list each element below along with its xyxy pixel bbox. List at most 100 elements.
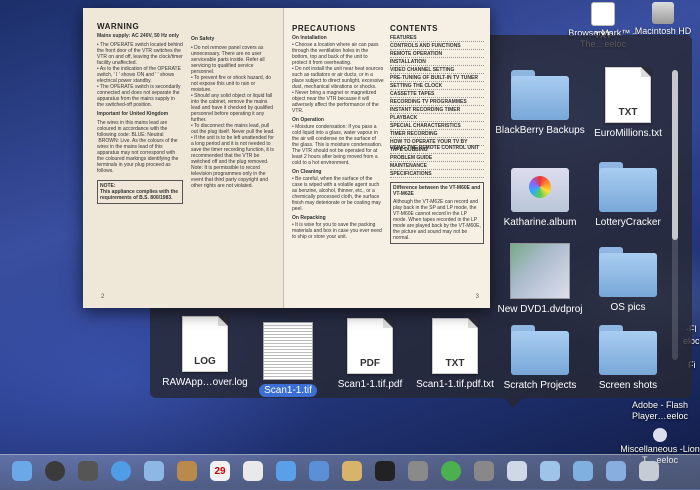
warning-body: • The OPERATE switch located behind the … xyxy=(97,42,183,108)
desktop-icon-label: Adobe - Flash Player…eeloc xyxy=(631,400,689,421)
stack-item-label: New DVD1.dvdproj xyxy=(497,304,583,315)
stack-item-label: Scratch Projects xyxy=(503,380,577,391)
stack-item-label: Scan1-1.tif xyxy=(259,384,317,397)
precautions-title: PRECAUTIONS xyxy=(292,24,356,33)
contents-entry: SPECIFICATIONS xyxy=(390,171,484,178)
contents-entry: SETTING THE CLOCK xyxy=(390,83,484,90)
contents-entry: INSTALLATION xyxy=(390,59,484,66)
dock: 29 xyxy=(0,454,700,490)
stack-item-label: Katharine.album xyxy=(503,217,577,228)
contents-entry: VIDEO CHANNEL SETTING xyxy=(390,67,484,74)
trash-icon[interactable] xyxy=(639,461,659,481)
contents-entry: SPECIAL CHARACTERISTICS xyxy=(390,123,484,130)
dashboard-icon[interactable] xyxy=(45,461,65,481)
contents-entry: TIMER RECORDING xyxy=(390,131,484,138)
manual-page-right: PRECAUTIONS On Installation • Choose a l… xyxy=(283,8,490,308)
iphoto-icon[interactable] xyxy=(309,461,329,481)
uk-title: Important for United Kingdom xyxy=(97,111,169,117)
stack-item-new-dvd1[interactable]: New DVD1.dvdproj xyxy=(490,243,590,321)
document-icon xyxy=(591,2,615,26)
stack-item-euromillions[interactable]: TXT EuroMillions.txt xyxy=(578,67,678,145)
contents-entry: PROBLEM GUIDE xyxy=(390,155,484,162)
safety-title: On Safety xyxy=(191,36,215,42)
uk-body: The wires in this mains lead are coloure… xyxy=(97,120,179,174)
difference-body: Although the VT-M62E can record and play… xyxy=(393,199,481,241)
installation-body: • Choose a location where air can pass t… xyxy=(292,42,384,114)
note-text: This appliance complies with the require… xyxy=(100,189,179,201)
document-icon xyxy=(653,428,667,442)
stack-item-label: BlackBerry Backups xyxy=(495,125,585,136)
stack-item-blackberry-backups[interactable]: BlackBerry Backups xyxy=(490,70,590,142)
stack-item-os-pics[interactable]: OS pics xyxy=(578,247,678,319)
page-number: 3 xyxy=(475,294,479,300)
difference-title: Difference between the VT-M60E and VT-M6… xyxy=(393,185,481,197)
desktop-icon-adobe-flash[interactable]: Adobe - Flash Player…eeloc xyxy=(620,400,700,422)
log-file-icon: LOG xyxy=(182,316,228,372)
folder-icon xyxy=(511,70,569,120)
warning-title: WARNING xyxy=(97,22,140,31)
stack-item-label: OS pics xyxy=(610,302,646,313)
garageband-icon[interactable] xyxy=(342,461,362,481)
downloads-stack-icon[interactable] xyxy=(573,461,593,481)
txt-file-icon: TXT xyxy=(432,318,478,374)
folder-icon xyxy=(599,247,657,297)
contacts-icon[interactable] xyxy=(177,461,197,481)
contents-entry: CASSETTE TAPES xyxy=(390,91,484,98)
ical-icon[interactable] xyxy=(243,461,263,481)
supply-text: Mains supply: AC 240V, 50 Hz only xyxy=(97,33,179,39)
quick-look-preview[interactable]: WARNING Mains supply: AC 240V, 50 Hz onl… xyxy=(83,8,490,308)
calendar-icon[interactable]: 29 xyxy=(210,461,230,481)
folder-icon xyxy=(511,325,569,375)
stack-item-label: Scan1-1.tif.pdf xyxy=(337,379,403,390)
operation-body: • Moisture condensation: If you pass a c… xyxy=(292,124,383,166)
dvd-project-icon xyxy=(510,243,570,299)
folder-icon xyxy=(599,325,657,375)
preview-icon[interactable] xyxy=(507,461,527,481)
tif-thumbnail-icon xyxy=(263,322,313,380)
contents-entry: INSTANT RECORDING TIMER xyxy=(390,107,484,114)
chrome-icon[interactable] xyxy=(441,461,461,481)
contents-entry: FEATURES xyxy=(390,35,484,42)
system-preferences-icon[interactable] xyxy=(408,461,428,481)
folder-stack-icon[interactable] xyxy=(540,461,560,481)
cleaning-body: • Be careful, when the surface of the ca… xyxy=(292,176,381,212)
terminal-icon[interactable] xyxy=(375,461,395,481)
itunes-icon[interactable] xyxy=(276,461,296,481)
stack-item-label: LotteryCracker xyxy=(595,217,661,228)
stack-item-label: EuroMillions.txt xyxy=(594,128,662,139)
contents-entry: PRE-TUNING OF BUILT-IN TV TUNER xyxy=(390,75,484,82)
folder-icon xyxy=(599,162,657,212)
operation-title: On Operation xyxy=(292,117,324,123)
camera-icon[interactable] xyxy=(474,461,494,481)
installation-title: On Installation xyxy=(292,35,327,41)
documents-stack-icon[interactable] xyxy=(606,461,626,481)
contents-entry: MAINTENANCE xyxy=(390,163,484,170)
note-box: NOTE: This appliance complies with the r… xyxy=(97,180,183,204)
mission-control-icon[interactable] xyxy=(78,461,98,481)
contents-entry: CONTROLS AND FUNCTIONS xyxy=(390,43,484,50)
stack-item-screen-shots[interactable]: Screen shots xyxy=(578,325,678,397)
stack-pointer-arrow xyxy=(504,398,522,408)
stack-item-lotterycracker[interactable]: LotteryCracker xyxy=(578,162,678,234)
stack-item-katharine-album[interactable]: Katharine.album xyxy=(490,162,590,234)
stack-item-label: Scan1-1.tif.pdf.txt xyxy=(416,379,494,390)
contents-entry: RECORDING TV PROGRAMMES xyxy=(390,99,484,106)
pdf-file-icon: PDF xyxy=(347,318,393,374)
aperture-album-icon xyxy=(511,162,569,212)
page-number: 2 xyxy=(101,294,105,300)
contents-entry: PLAYBACK xyxy=(390,115,484,122)
mail-icon[interactable] xyxy=(144,461,164,481)
safari-icon[interactable] xyxy=(111,461,131,481)
contents-list: FEATURES CONTROLS AND FUNCTIONS REMOTE OPE… xyxy=(390,35,484,178)
repacking-body: • It is wise for you to save the packing… xyxy=(292,222,382,240)
stack-item-label: Screen shots xyxy=(598,380,658,391)
safety-body: • Do not remove panel covers as unnecess… xyxy=(191,45,275,189)
txt-file-icon: TXT xyxy=(605,67,651,123)
stack-item-scratch-projects[interactable]: Scratch Projects xyxy=(490,325,590,397)
contents-entry: HOW TO OPERATE YOUR TV BY USING THE REMO… xyxy=(390,139,484,151)
difference-box: Difference between the VT-M60E and VT-M6… xyxy=(390,182,484,244)
manual-page-left: WARNING Mains supply: AC 240V, 50 Hz onl… xyxy=(83,8,283,308)
contents-title: CONTENTS xyxy=(390,24,438,33)
finder-icon[interactable] xyxy=(12,461,32,481)
cleaning-title: On Cleaning xyxy=(292,169,322,175)
